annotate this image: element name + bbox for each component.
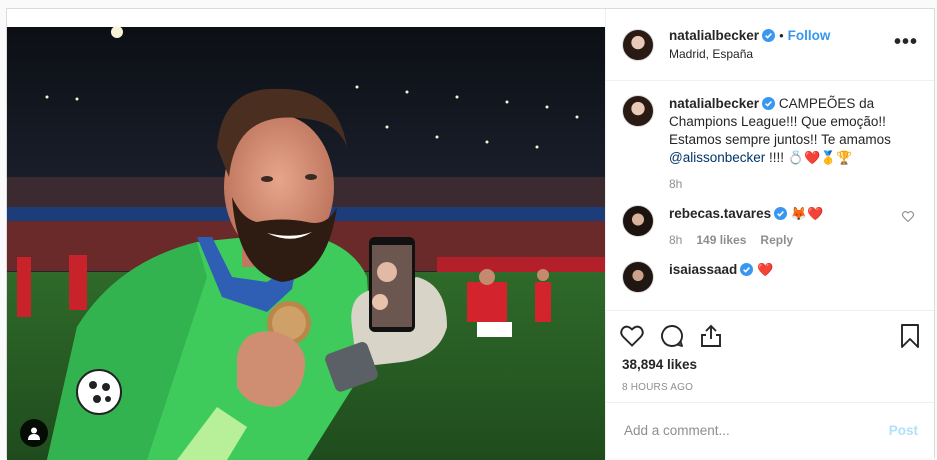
comment-meta: 8h [669,175,907,193]
username-link[interactable]: natalialbecker [669,96,759,111]
comment-likes[interactable]: 149 likes [696,233,746,247]
save-button[interactable] [900,324,920,348]
username-link[interactable]: isaiassaad [669,262,737,277]
share-icon [701,324,721,347]
comment-item: rebecas.tavares 🦊❤️ 8h 149 likes Reply [622,205,918,249]
username-link[interactable]: rebecas.tavares [669,206,771,221]
more-options-icon: ••• [893,30,918,53]
comment-body: isaiassaad ❤️ [669,261,907,279]
comment-emojis: 🦊❤️ [790,206,824,221]
comment-time[interactable]: 8h [669,177,682,191]
comment-time[interactable]: 8h [669,233,682,247]
avatar[interactable] [622,261,654,293]
comment-input[interactable] [622,422,889,439]
verified-badge-icon [740,263,754,276]
post-timestamp[interactable]: 8 HOURS AGO [606,382,934,393]
more-options-button[interactable]: ••• [894,32,918,53]
verified-badge-icon [762,28,776,42]
post-photo[interactable] [7,27,605,460]
caption-emojis: 💍❤️🥇🏆 [787,150,853,165]
avatar[interactable] [622,205,654,237]
comment-item: isaiassaad ❤️ [622,261,918,293]
avatar[interactable] [622,95,654,127]
comment-like-heart-icon[interactable] [902,211,914,222]
location-link[interactable]: Madrid, España [669,46,830,62]
header-text: natalialbecker • Follow Madrid, España [669,28,830,62]
share-button[interactable] [700,324,722,348]
user-tag-button[interactable] [20,419,48,447]
comment-button[interactable] [660,324,684,348]
post-card: natalialbecker • Follow Madrid, España •••… [6,8,935,460]
mention-link[interactable]: @alissonbecker [669,150,765,165]
username-link[interactable]: natalialbecker [669,28,759,43]
verified-badge-icon [762,97,776,110]
comment-icon [661,325,683,347]
reply-button[interactable]: Reply [760,233,793,247]
comment-body: rebecas.tavares 🦊❤️ 8h 149 likes Reply [669,205,907,249]
follow-button[interactable]: Follow [788,28,831,43]
verified-badge-icon [774,207,788,220]
caption-comment: natalialbecker CAMPEÕES da Champions Lea… [622,95,918,193]
avatar[interactable] [622,28,654,61]
add-comment-bar: Post [606,402,934,458]
photo-illustration [7,27,605,460]
post-header: natalialbecker • Follow Madrid, España ••• [606,9,934,81]
like-button[interactable] [620,325,644,347]
user-tag-icon [28,427,40,440]
separator-dot: • [779,27,784,43]
comments-list[interactable]: natalialbecker CAMPEÕES da Champions Lea… [606,81,934,311]
comment-emojis: ❤️ [757,262,774,277]
caption-suffix: !!!! [769,150,785,165]
action-bar [606,311,934,361]
bookmark-icon [901,324,919,348]
post-sidebar: natalialbecker • Follow Madrid, España •••… [605,9,934,458]
heart-icon [620,325,644,347]
likes-count[interactable]: 38,894 likes [606,357,934,372]
comment-meta: 8h 149 likes Reply [669,231,907,249]
comment-body: natalialbecker CAMPEÕES da Champions Lea… [669,95,907,193]
post-comment-button[interactable]: Post [889,423,918,438]
